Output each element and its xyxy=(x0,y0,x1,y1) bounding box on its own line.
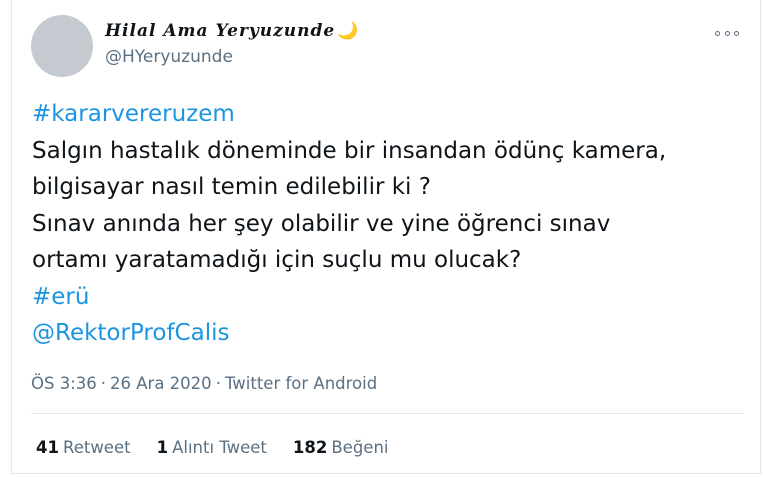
more-options-button[interactable] xyxy=(715,25,739,41)
divider xyxy=(31,413,744,414)
more-dot-icon xyxy=(724,30,730,36)
avatar[interactable] xyxy=(31,15,93,77)
likes-stat[interactable]: 182 Beğeni xyxy=(293,438,389,457)
author-name-text: Hilal Ama Yeryuzunde xyxy=(105,21,336,41)
quote-tweets-stat[interactable]: 1 Alıntı Tweet xyxy=(157,438,267,457)
crescent-moon-icon: 🌙 xyxy=(337,21,360,41)
more-dot-icon xyxy=(715,30,720,36)
likes-count: 182 xyxy=(292,438,328,457)
author-handle[interactable]: @HYeryuzunde xyxy=(105,47,233,67)
tweet-text-line: ortamı yaratamadığı için suçlu mu olucak… xyxy=(32,247,522,273)
retweets-count: 41 xyxy=(36,438,59,457)
quote-tweets-count: 1 xyxy=(156,438,169,457)
likes-label: Beğeni xyxy=(331,438,389,457)
tweet-text: #kararvereruzem Salgın hastalık dönemind… xyxy=(32,96,752,352)
tweet-text-line: bilgisayar nasıl temin edilebilir ki ? xyxy=(32,174,431,200)
more-dot-icon xyxy=(734,30,739,36)
hashtag-link[interactable]: #kararvereruzem xyxy=(32,96,752,133)
tweet-card: Hilal Ama Yeryuzunde 🌙 @HYeryuzunde #kara… xyxy=(11,0,761,474)
tweet-source[interactable]: Twitter for Android xyxy=(225,374,377,393)
author-display-name[interactable]: Hilal Ama Yeryuzunde 🌙 xyxy=(105,21,359,41)
engagement-stats: 41 Retweet 1 Alıntı Tweet 182 Beğeni xyxy=(36,438,389,457)
tweet-date[interactable]: 26 Ara 2020 xyxy=(110,374,212,393)
retweets-stat[interactable]: 41 Retweet xyxy=(36,438,131,457)
tweet-text-line: Salgın hastalık döneminde bir insandan ö… xyxy=(32,137,667,164)
meta-separator: · xyxy=(100,374,107,393)
mention-link[interactable]: @RektorProfCalis xyxy=(32,315,752,352)
quote-tweets-label: Alıntı Tweet xyxy=(172,438,267,457)
hashtag-link[interactable]: #erü xyxy=(32,279,752,316)
tweet-time[interactable]: ÖS 3:36 xyxy=(31,374,97,393)
retweets-label: Retweet xyxy=(62,438,131,457)
meta-separator: · xyxy=(215,374,221,393)
tweet-text-line: Sınav anında her şey olabilir ve yine öğ… xyxy=(32,210,611,237)
tweet-metadata: ÖS 3:36 · 26 Ara 2020 · Twitter for Android xyxy=(31,374,377,393)
